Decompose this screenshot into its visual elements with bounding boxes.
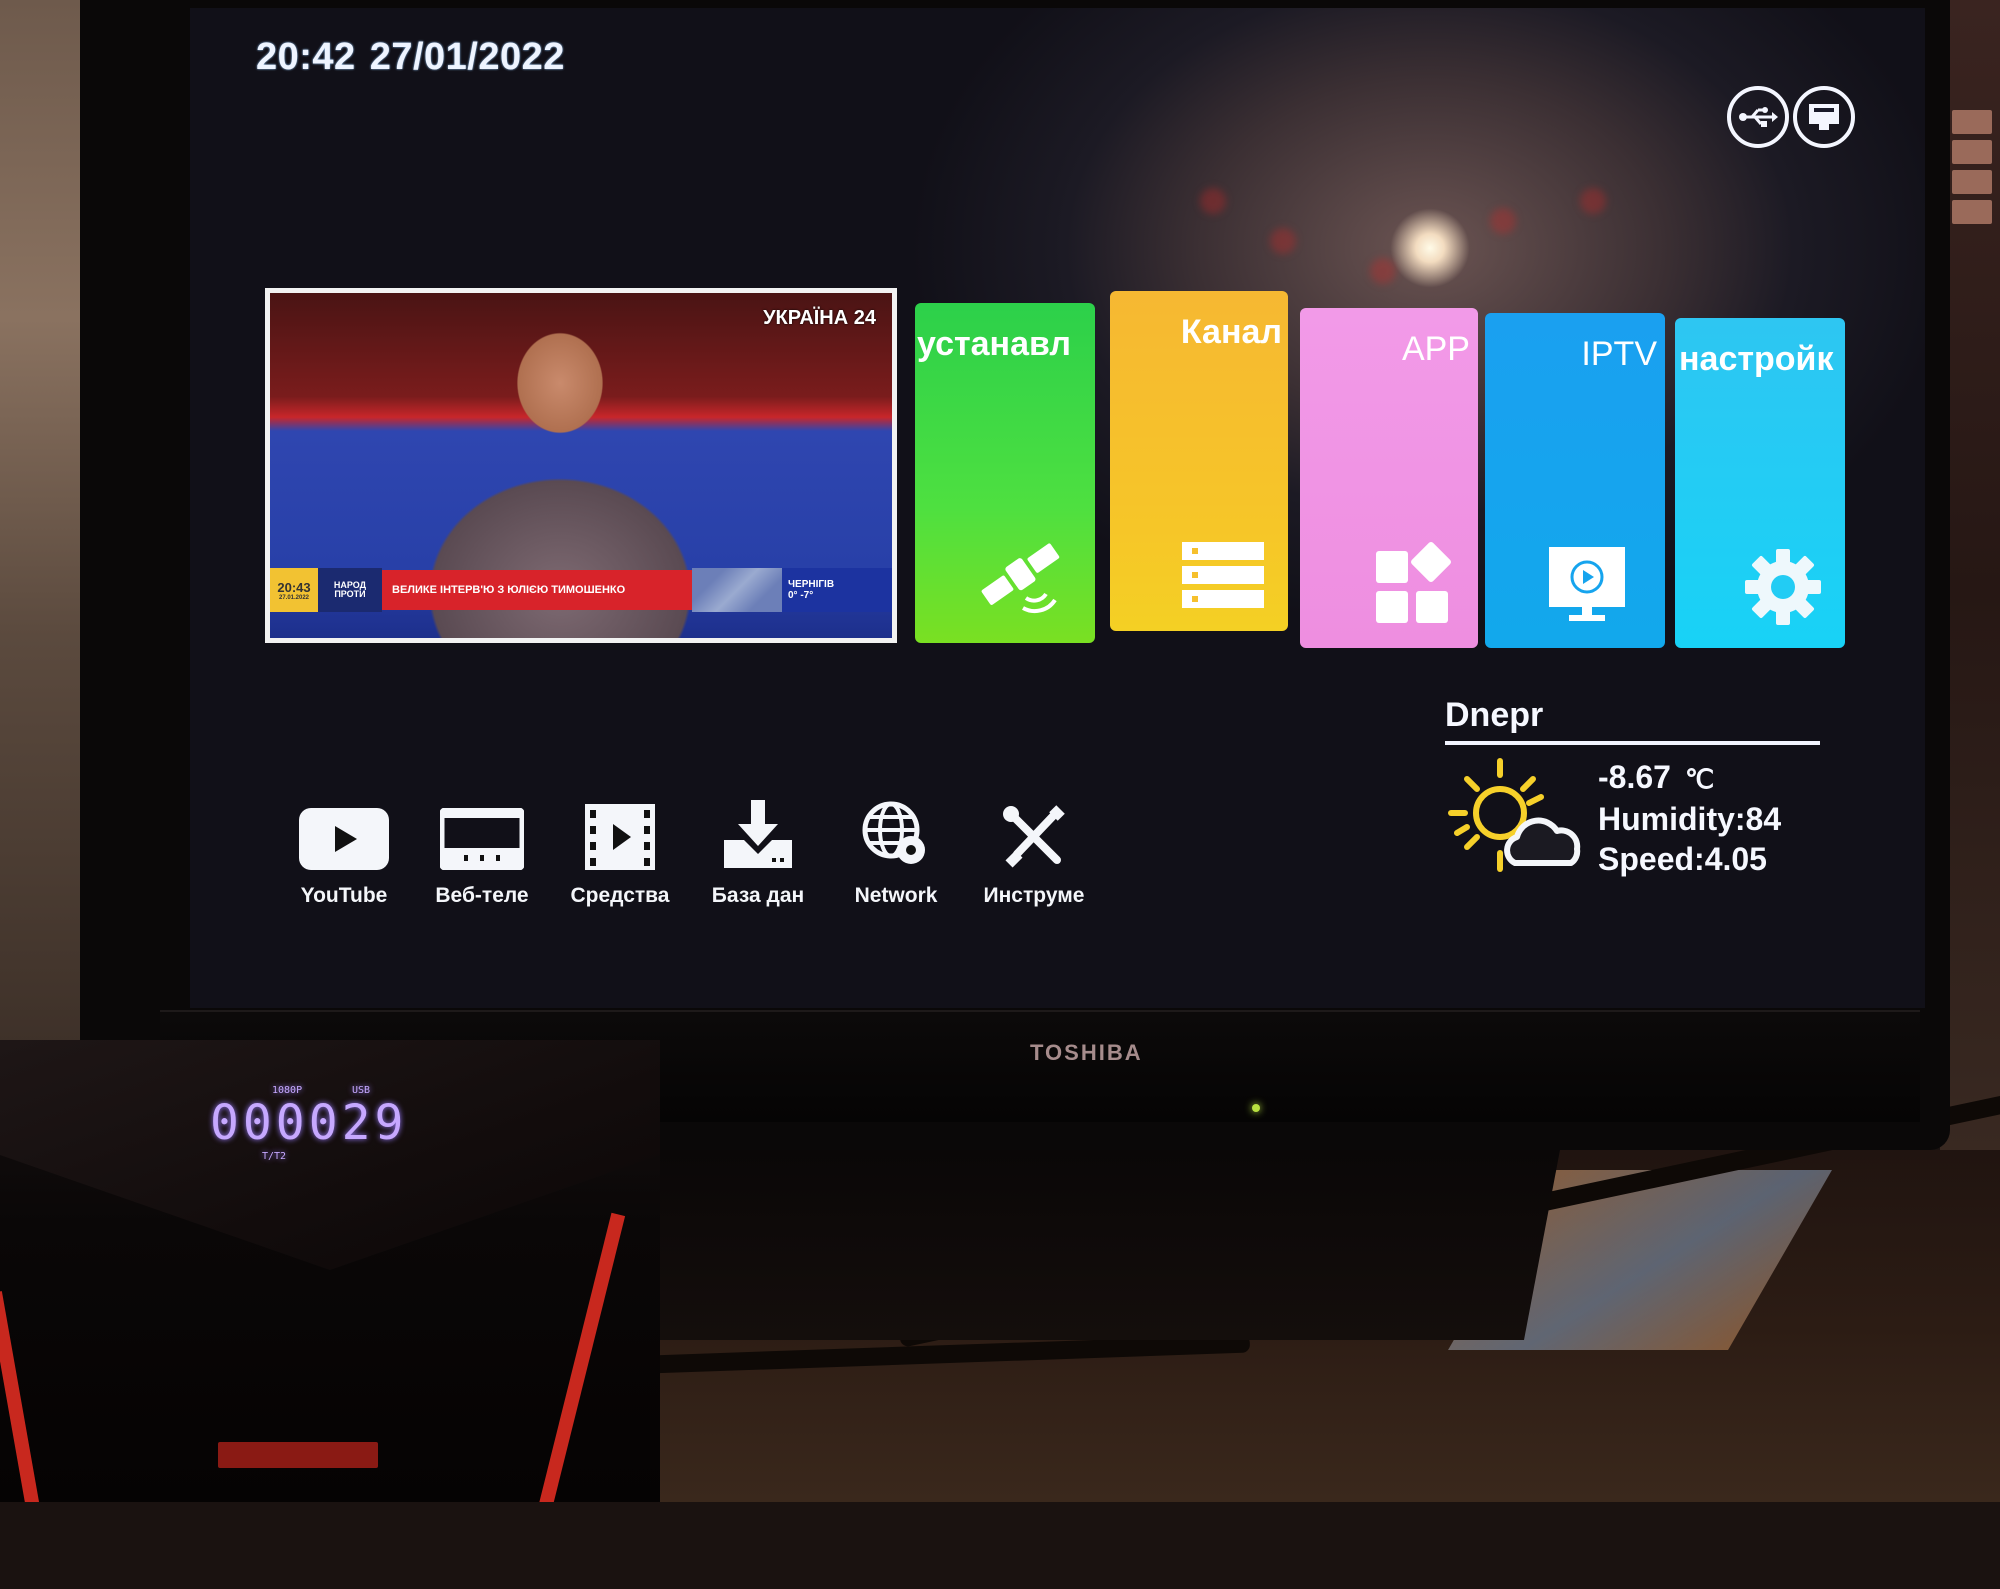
set-top-box-stripe bbox=[538, 1212, 626, 1502]
app-label: База дан bbox=[711, 884, 805, 907]
app-web-tv[interactable]: Веб-теле bbox=[413, 790, 551, 908]
tv-screen: 20:42 27/01/2022 УКРАЇНА 24 20:43 27.01.2… bbox=[190, 8, 1925, 1008]
tile-channel-label: Канал bbox=[1180, 313, 1282, 351]
set-top-box-display: 1080P USB 000029 T/T2 bbox=[210, 1085, 408, 1162]
weather-wind-speed: Speed:4.05 bbox=[1598, 841, 1767, 877]
preview-show-logo: НАРОД ПРОТИ bbox=[318, 568, 382, 612]
gear-icon bbox=[1745, 549, 1821, 630]
apps-grid-icon bbox=[1376, 541, 1454, 630]
tile-settings[interactable]: настройк bbox=[1675, 318, 1845, 648]
clock: 20:42 27/01/2022 bbox=[256, 36, 565, 79]
stb-tag-usb: USB bbox=[352, 1085, 371, 1096]
stb-tag-mode: T/T2 bbox=[262, 1151, 287, 1162]
download-icon bbox=[722, 790, 794, 870]
ethernet-icon bbox=[1793, 86, 1855, 148]
tile-install-label: устанавл bbox=[917, 325, 1072, 363]
app-label: Средства bbox=[570, 884, 670, 907]
tv-power-led bbox=[1252, 1104, 1260, 1112]
globe-gear-icon bbox=[861, 790, 931, 870]
preview-weather: ЧЕРНІГІВ 0° -7° bbox=[782, 568, 892, 612]
app-database[interactable]: База дан bbox=[689, 790, 827, 908]
tile-app[interactable]: APP bbox=[1300, 308, 1478, 648]
preview-headline: ВЕЛИКЕ ІНТЕРВ'Ю З ЮЛІЄЮ ТИМОШЕНКО bbox=[382, 570, 692, 610]
list-icon bbox=[1182, 542, 1264, 613]
tools-icon bbox=[1001, 790, 1067, 870]
tile-iptv-label: IPTV bbox=[1581, 335, 1657, 373]
preview-weather-temp: 0° -7° bbox=[788, 590, 814, 601]
app-tools[interactable]: Инструме bbox=[965, 790, 1103, 908]
web-tv-icon bbox=[440, 790, 524, 870]
tile-iptv[interactable]: IPTV bbox=[1485, 313, 1665, 648]
film-play-icon bbox=[585, 790, 655, 870]
preview-date: 27.01.2022 bbox=[278, 594, 310, 601]
set-top-box-brand-label bbox=[218, 1442, 378, 1468]
preview-weather-city: ЧЕРНІГІВ bbox=[788, 579, 835, 590]
app-youtube[interactable]: YouTube bbox=[275, 790, 413, 908]
tile-settings-label: настройк bbox=[1679, 340, 1834, 378]
usb-icon bbox=[1727, 86, 1789, 148]
preview-time-box: 20:43 27.01.2022 bbox=[270, 568, 318, 612]
clock-date: 27/01/2022 bbox=[369, 36, 565, 78]
set-top-box-stripe bbox=[0, 1291, 54, 1502]
screen-glare bbox=[1390, 208, 1470, 288]
partly-cloudy-icon bbox=[1445, 757, 1590, 877]
app-network[interactable]: Network bbox=[827, 790, 965, 908]
stb-channel-number: 000029 bbox=[210, 1095, 408, 1151]
weather-temperature-value: -8.67 bbox=[1598, 759, 1671, 795]
set-top-box-top bbox=[0, 1040, 660, 1270]
monitor-play-icon bbox=[1549, 547, 1625, 630]
weather-temperature: -8.67 ℃ bbox=[1598, 757, 1781, 799]
app-label: YouTube bbox=[300, 884, 388, 907]
preview-deco bbox=[692, 568, 782, 612]
live-tv-preview[interactable]: УКРАЇНА 24 20:43 27.01.2022 НАРОД ПРОТИ … bbox=[265, 288, 897, 643]
preview-lower-third: 20:43 27.01.2022 НАРОД ПРОТИ ВЕЛИКЕ ІНТЕ… bbox=[270, 568, 892, 612]
tv-brand-logo: TOSHIBA bbox=[1030, 1040, 1143, 1065]
weather-widget: Dnepr -8.67 ℃ Humidity:84 Speed:4.05 bbox=[1445, 696, 1820, 879]
tile-app-label: APP bbox=[1401, 330, 1470, 368]
satellite-icon bbox=[971, 530, 1071, 625]
youtube-play-icon bbox=[299, 790, 389, 870]
app-label: Веб-теле bbox=[435, 884, 529, 907]
stb-tag-resolution: 1080P bbox=[272, 1085, 303, 1096]
app-media[interactable]: Средства bbox=[551, 790, 689, 908]
set-top-box: 1080P USB 000029 T/T2 bbox=[0, 1040, 660, 1502]
tile-channel[interactable]: Канал bbox=[1110, 291, 1288, 631]
preview-channel-logo: УКРАЇНА 24 bbox=[763, 307, 876, 329]
tile-install[interactable]: устанавл bbox=[915, 303, 1095, 643]
weather-humidity: Humidity:84 bbox=[1598, 801, 1782, 837]
tv-stand bbox=[660, 1150, 1560, 1340]
apps-row: YouTube Веб-теле Средства База дан Netwo… bbox=[275, 790, 1103, 908]
preview-time: 20:43 bbox=[277, 579, 311, 595]
room-wall-left bbox=[0, 0, 80, 1060]
status-icons bbox=[1727, 86, 1855, 148]
weather-temperature-unit: ℃ bbox=[1684, 764, 1715, 794]
weather-city: Dnepr bbox=[1445, 696, 1820, 745]
app-label: Инструме bbox=[983, 884, 1085, 907]
clock-time: 20:42 bbox=[256, 36, 356, 78]
app-label: Network bbox=[854, 884, 938, 907]
